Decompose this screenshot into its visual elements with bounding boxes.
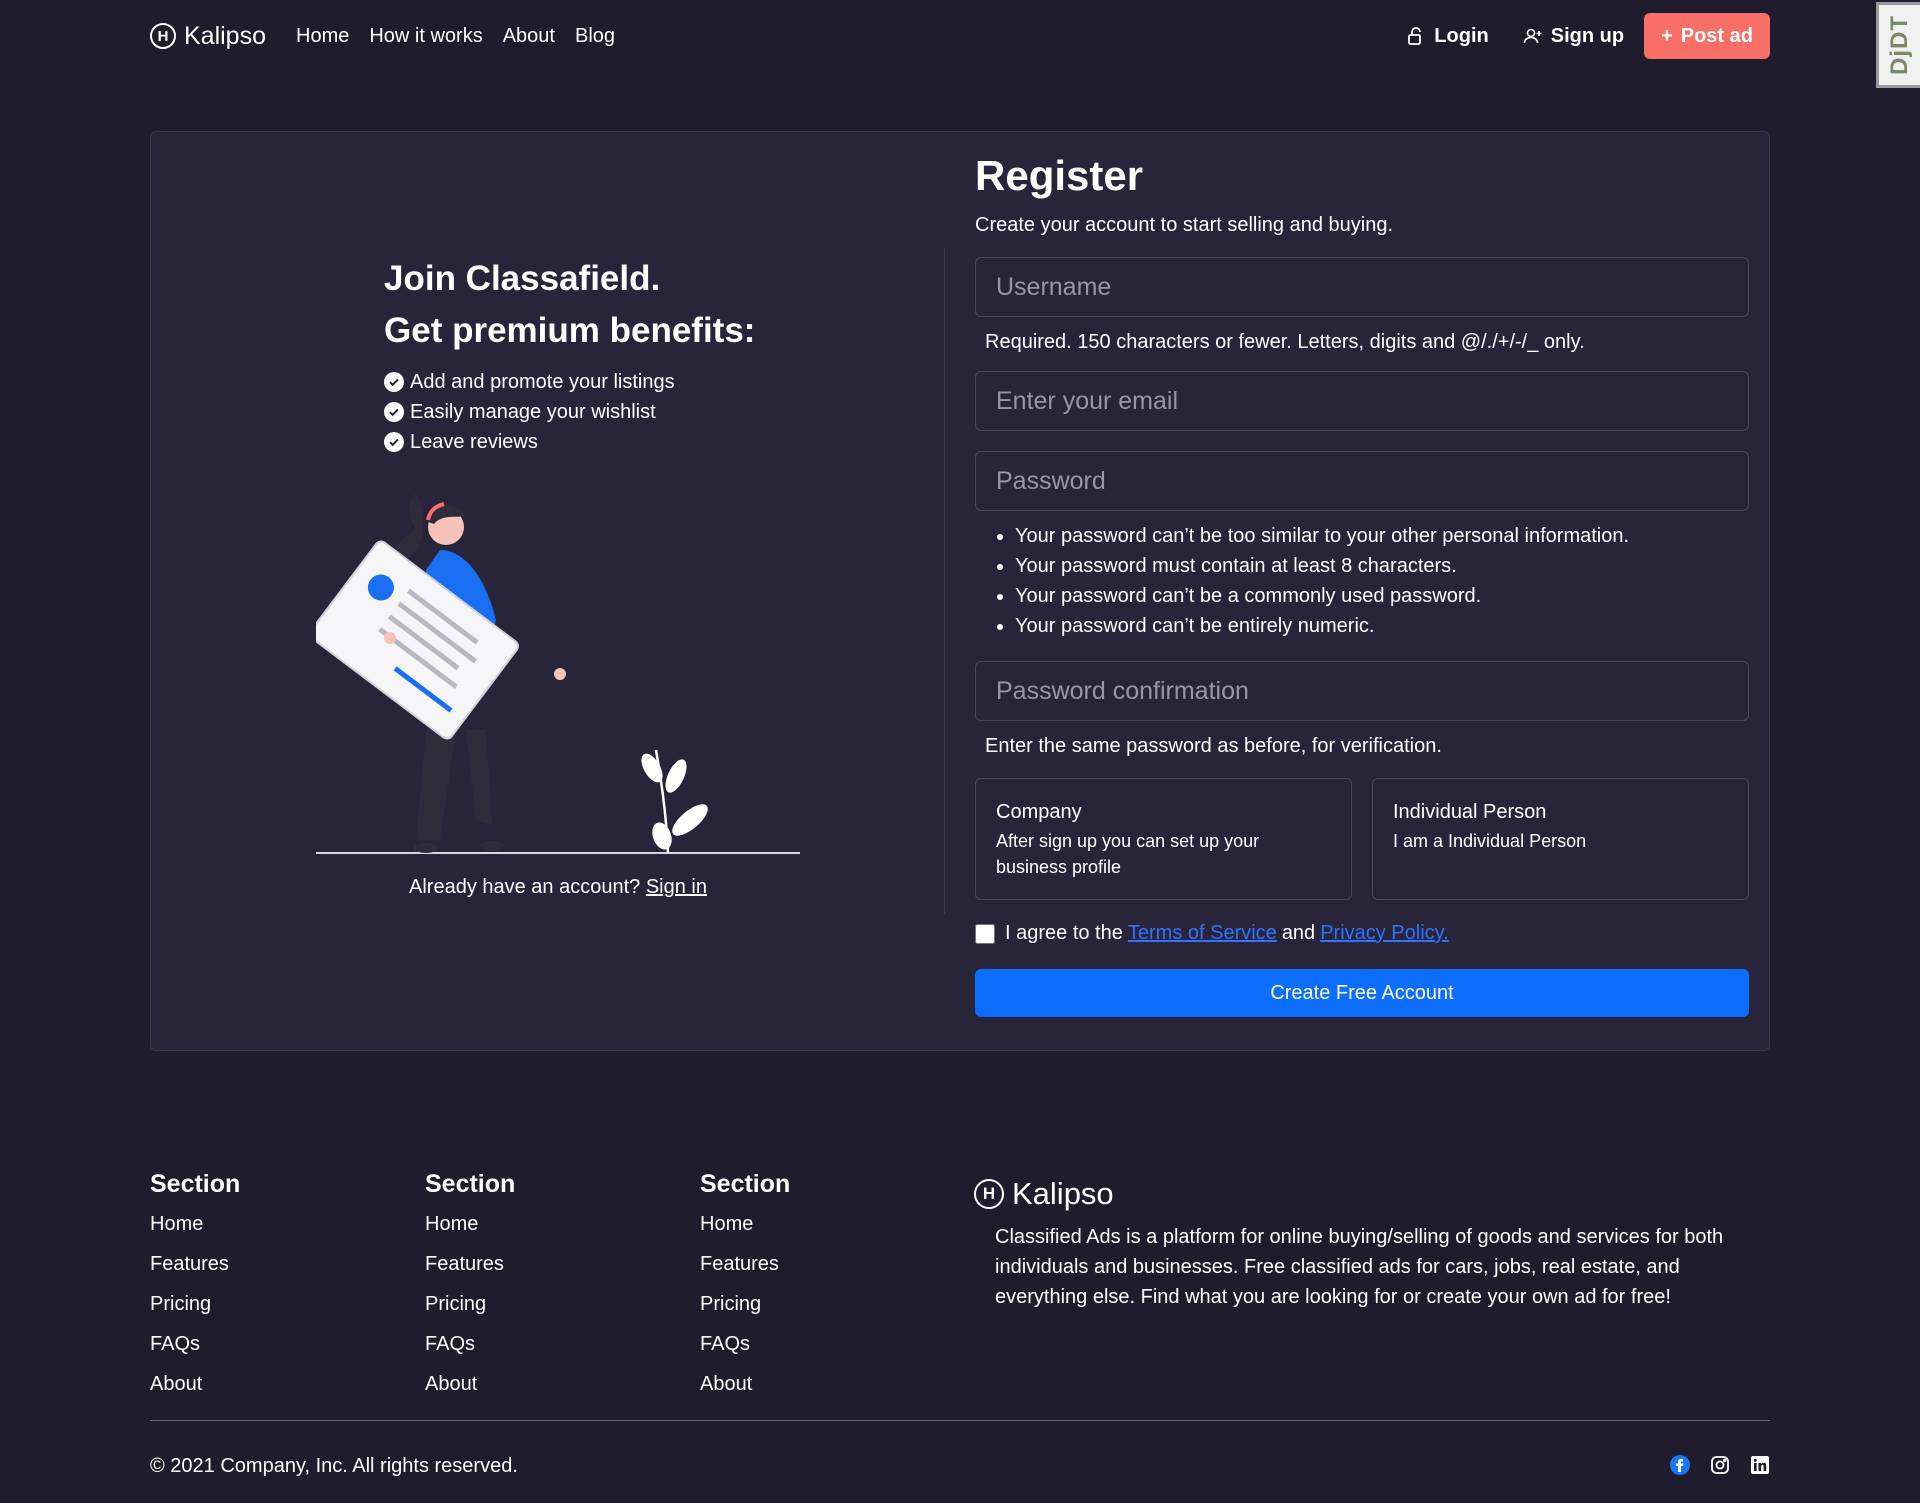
signup-illustration: [316, 494, 800, 854]
footer-brand-block: H Kalipso Classified Ads is a platform f…: [974, 1176, 1764, 1312]
check-circle-icon: [384, 432, 404, 452]
promo-title-line2: Get premium benefits:: [384, 311, 756, 350]
page-subtitle: Create your account to start selling and…: [975, 214, 1394, 236]
facebook-icon[interactable]: [1670, 1455, 1690, 1475]
footer-link-faqs[interactable]: FAQs: [150, 1333, 200, 1355]
account-type-selector: Company After sign up you can set up you…: [975, 778, 1749, 900]
benefits-list: Add and promote your listings Easily man…: [384, 367, 755, 457]
footer-link-pricing[interactable]: Pricing: [425, 1293, 486, 1315]
benefit-text: Easily manage your wishlist: [410, 400, 656, 423]
user-plus-icon: [1523, 28, 1542, 44]
nav-links: Home How it works About Blog: [296, 25, 615, 48]
account-type-title: Company: [996, 801, 1082, 823]
footer-divider: [150, 1420, 1770, 1421]
linkedin-icon[interactable]: [1750, 1455, 1770, 1475]
unlock-icon: [1408, 27, 1422, 45]
post-ad-button[interactable]: + Post ad: [1644, 13, 1770, 59]
create-account-button[interactable]: Create Free Account: [975, 969, 1749, 1017]
signin-link[interactable]: Sign in: [646, 876, 707, 898]
footer-brand[interactable]: H Kalipso: [974, 1176, 1734, 1212]
footer-section-title: Section: [700, 1170, 791, 1198]
instagram-icon[interactable]: [1710, 1455, 1730, 1475]
brand-name: Kalipso: [184, 21, 266, 50]
footer-link-pricing[interactable]: Pricing: [150, 1293, 211, 1315]
password-confirm-input[interactable]: [975, 661, 1749, 721]
terms-agreement: I agree to the Terms of Service and Priv…: [975, 922, 1749, 945]
password-rule: Your password can’t be too similar to yo…: [1015, 521, 1749, 551]
debug-toolbar-label: DjDT: [1885, 15, 1913, 75]
already-text: Already have an account?: [409, 876, 641, 898]
benefit-item: Leave reviews: [384, 427, 755, 457]
agree-and: and: [1281, 922, 1316, 944]
footer-section-title: Section: [150, 1170, 241, 1198]
login-label: Login: [1434, 24, 1489, 47]
password-rule: Your password can’t be entirely numeric.: [1015, 611, 1749, 641]
footer-brand-name: Kalipso: [1012, 1176, 1114, 1211]
top-navbar: H Kalipso Home How it works About Blog L…: [150, 12, 1770, 60]
benefit-item: Easily manage your wishlist: [384, 397, 755, 427]
account-type-description: I am a Individual Person: [1393, 831, 1587, 851]
username-input[interactable]: [975, 257, 1749, 317]
benefit-item: Add and promote your listings: [384, 367, 755, 397]
account-type-title: Individual Person: [1393, 801, 1547, 823]
password-confirm-help: Enter the same password as before, for v…: [985, 735, 1442, 757]
username-help: Required. 150 characters or fewer. Lette…: [985, 331, 1585, 353]
card-divider: [944, 248, 945, 914]
promo-title-line1: Join Classafield.: [384, 259, 661, 298]
footer-link-features[interactable]: Features: [700, 1253, 779, 1275]
footer-section: Section Home Features Pricing FAQs About: [700, 1170, 790, 1413]
nav-link-blog[interactable]: Blog: [575, 25, 615, 48]
signup-label: Sign up: [1550, 24, 1625, 47]
account-type-individual[interactable]: Individual Person I am a Individual Pers…: [1372, 778, 1749, 900]
copyright-text: © 2021 Company, Inc. All rights reserved…: [150, 1455, 518, 1477]
terms-checkbox[interactable]: [975, 923, 995, 944]
nav-link-home[interactable]: Home: [296, 25, 349, 48]
footer-link-home[interactable]: Home: [150, 1213, 203, 1235]
nav-actions: Login Sign up + Post ad: [1406, 13, 1770, 59]
signup-button[interactable]: Sign up: [1523, 25, 1624, 48]
footer-link-faqs[interactable]: FAQs: [700, 1333, 750, 1355]
footer-section: Section Home Features Pricing FAQs About: [425, 1170, 515, 1413]
footer-link-pricing[interactable]: Pricing: [700, 1293, 761, 1315]
email-input[interactable]: [975, 371, 1749, 431]
brand-link[interactable]: H Kalipso: [150, 22, 266, 51]
footer-link-about[interactable]: About: [425, 1373, 477, 1395]
password-input[interactable]: [975, 451, 1749, 511]
footer-link-features[interactable]: Features: [425, 1253, 504, 1275]
terms-link[interactable]: Terms of Service: [1128, 922, 1277, 945]
footer-link-home[interactable]: Home: [700, 1213, 753, 1235]
footer-link-about[interactable]: About: [150, 1373, 202, 1395]
privacy-link[interactable]: Privacy Policy.: [1320, 922, 1449, 945]
agree-prefix: I agree to the: [1005, 922, 1123, 944]
password-rule: Your password must contain at least 8 ch…: [1015, 551, 1749, 581]
footer-section-title: Section: [425, 1170, 516, 1198]
footer-link-features[interactable]: Features: [150, 1253, 229, 1275]
footer-link-about[interactable]: About: [700, 1373, 752, 1395]
account-type-description: After sign up you can set up your busine…: [996, 831, 1260, 877]
password-rule: Your password can’t be a commonly used p…: [1015, 581, 1749, 611]
check-circle-icon: [384, 402, 404, 422]
login-button[interactable]: Login: [1406, 24, 1489, 48]
promo-panel: Join Classafield. Get premium benefits: …: [384, 253, 755, 457]
footer-link-home[interactable]: Home: [425, 1213, 478, 1235]
nav-link-about[interactable]: About: [503, 25, 555, 48]
plus-icon: +: [1661, 24, 1673, 47]
social-links: [1670, 1455, 1770, 1475]
footer-description: Classified Ads is a platform for online …: [995, 1226, 1724, 1308]
footer-link-faqs[interactable]: FAQs: [425, 1333, 475, 1355]
account-type-company[interactable]: Company After sign up you can set up you…: [975, 778, 1352, 900]
signin-prompt: Already have an account? Sign in: [316, 876, 800, 899]
nav-link-how-it-works[interactable]: How it works: [369, 25, 482, 48]
debug-toolbar-handle[interactable]: DjDT: [1876, 2, 1920, 88]
post-ad-label: Post ad: [1680, 24, 1753, 47]
footer-section: Section Home Features Pricing FAQs About: [150, 1170, 240, 1413]
page-title: Register: [975, 152, 1144, 199]
register-form: Register Create your account to start se…: [975, 150, 1749, 1017]
benefit-text: Leave reviews: [410, 430, 538, 453]
password-rules-list: Your password can’t be too similar to yo…: [975, 521, 1749, 641]
brand-logo-icon: H: [974, 1179, 1004, 1209]
brand-logo-icon: H: [150, 23, 176, 49]
check-circle-icon: [384, 372, 404, 392]
benefit-text: Add and promote your listings: [410, 370, 675, 393]
